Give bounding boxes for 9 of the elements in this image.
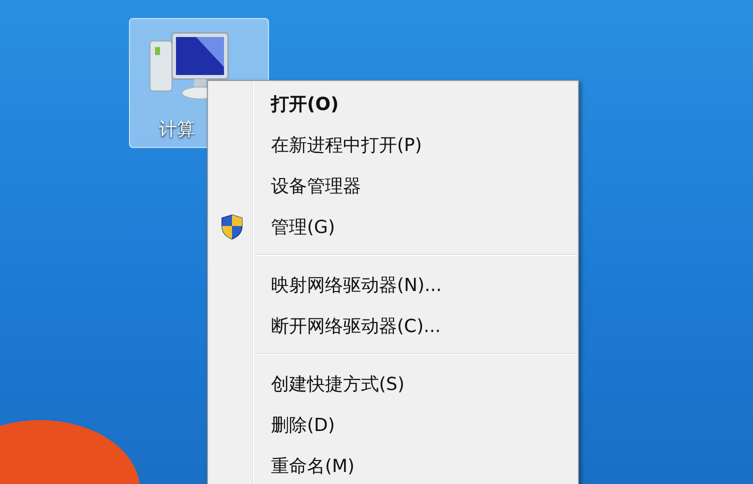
- menu-item[interactable]: 映射网络驱动器(N)...: [208, 264, 578, 305]
- menu-item[interactable]: 删除(D): [208, 404, 578, 445]
- menu-item[interactable]: 重命名(M): [208, 445, 578, 484]
- menu-item[interactable]: 管理(G): [208, 206, 578, 247]
- menu-item[interactable]: 设备管理器: [208, 165, 578, 206]
- menu-item[interactable]: 断开网络驱动器(C)...: [208, 305, 578, 346]
- shield-icon: [221, 214, 243, 240]
- menu-item[interactable]: 创建快捷方式(S): [208, 363, 578, 404]
- desktop-icon-label: 计算: [159, 118, 195, 141]
